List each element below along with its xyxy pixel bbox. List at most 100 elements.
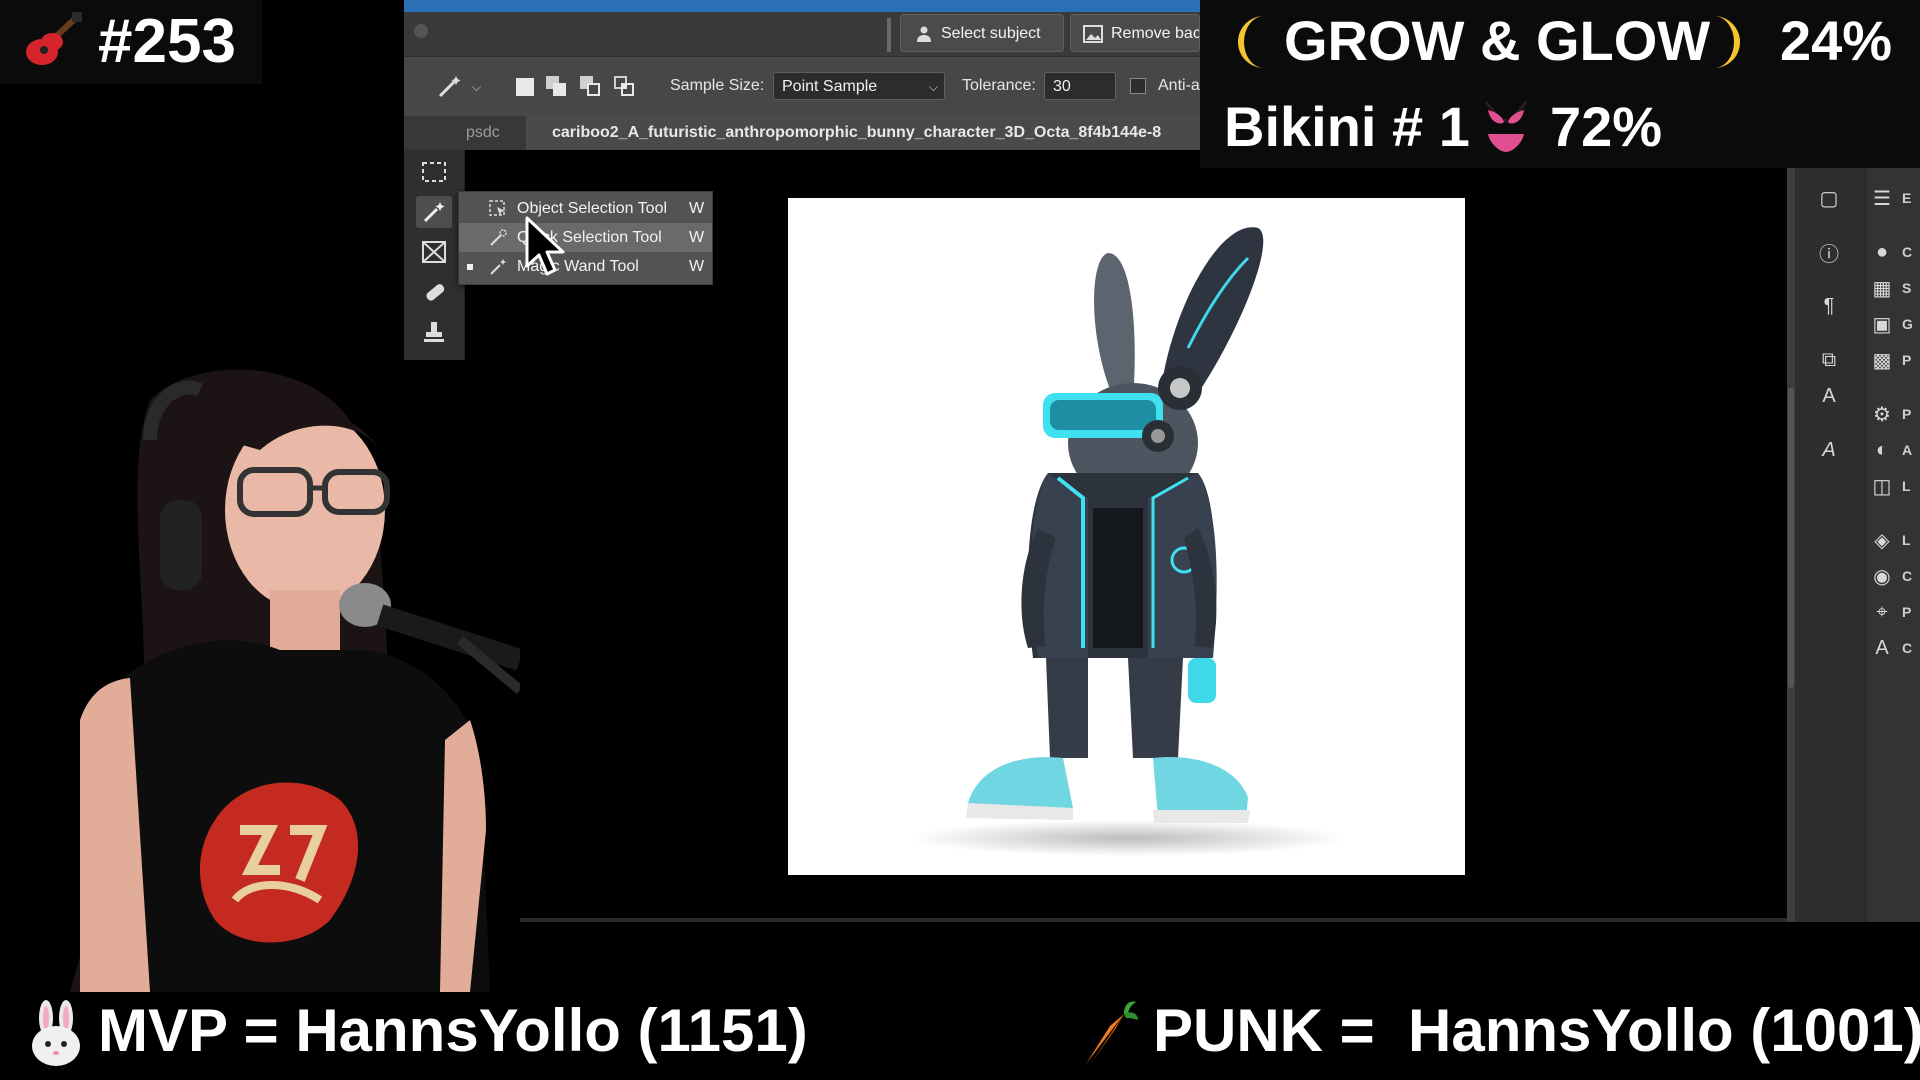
panel-letter: A	[1902, 442, 1913, 458]
stream-number: #253	[98, 7, 236, 76]
menu-item-shortcut: W	[689, 229, 705, 246]
document-canvas[interactable]	[788, 198, 1465, 875]
magic-wand-icon[interactable]	[436, 74, 464, 100]
selection-tool-flyout: Object Selection Tool W Quick Selection …	[458, 191, 713, 285]
glyphs-icon[interactable]: A	[1815, 436, 1843, 464]
guitar-icon	[26, 12, 82, 65]
grow-glow-label: GROW & GLOW	[1284, 9, 1711, 72]
frame-tool[interactable]	[416, 236, 452, 268]
person-icon	[917, 26, 931, 42]
panel-letter: P	[1902, 604, 1912, 620]
anti-alias-label: Anti-a	[1158, 77, 1200, 94]
rabbit-icon	[32, 1000, 80, 1066]
panel-letter: L	[1902, 532, 1911, 548]
streamer-image	[70, 369, 524, 993]
carrot-icon	[1086, 1001, 1138, 1064]
panel-letter: L	[1902, 478, 1911, 494]
frame-icon	[422, 241, 446, 263]
bandage-icon	[426, 284, 445, 301]
crescent-moon-icon	[1238, 16, 1264, 68]
anti-alias-checkbox[interactable]	[1130, 78, 1146, 94]
magic-wand-icon	[490, 259, 506, 275]
bikini-label: Bikini # 1	[1224, 95, 1470, 158]
image-icon	[1083, 25, 1103, 43]
tolerance-input[interactable]: 30	[1044, 72, 1116, 100]
healing-brush-tool[interactable]	[416, 276, 452, 308]
adjustments-icon[interactable]: ⚙	[1868, 400, 1896, 428]
panel-letter: E	[1902, 190, 1912, 206]
tab-active-document[interactable]: cariboo2_A_futuristic_anthropomorphic_bu…	[526, 116, 1200, 150]
sample-size-label: Sample Size:	[670, 77, 765, 94]
sample-size-value: Point Sample	[782, 78, 878, 95]
subtract-from-selection-icon[interactable]	[580, 76, 602, 98]
bunny-character-image	[908, 227, 1348, 856]
clone-stamp-tool[interactable]	[416, 316, 452, 348]
active-tool-indicator	[467, 264, 473, 270]
chevron-down-icon[interactable]: ⌵	[472, 80, 481, 95]
panel-letter: P	[1902, 352, 1912, 368]
sample-size-select[interactable]: Point Sample ⌵	[773, 72, 945, 100]
add-to-selection-icon[interactable]	[546, 76, 568, 98]
mouse-cursor-icon	[525, 216, 565, 276]
magic-wand-tool[interactable]	[416, 196, 452, 228]
patterns-icon[interactable]: ▩	[1868, 346, 1896, 374]
punk-text: PUNK = HannsYollo (1001)	[1153, 997, 1920, 1064]
remove-background-label: Remove bac	[1111, 25, 1200, 42]
tolerance-label: Tolerance:	[962, 77, 1036, 94]
select-subject-label: Select subject	[941, 25, 1041, 42]
divider	[887, 18, 891, 52]
panel-letter: S	[1902, 280, 1912, 296]
color-icon[interactable]: ●	[1868, 238, 1896, 266]
bottom-overlay-bar: MVP = HannsYollo (1151) PUNK = HannsYoll…	[0, 992, 1920, 1080]
stream-number-badge: #253	[0, 0, 262, 84]
intersect-selection-icon[interactable]	[614, 76, 636, 98]
adjustment-circle-icon[interactable]: ◐	[1868, 436, 1896, 464]
panel-letter: C	[1902, 640, 1913, 656]
panel-scrollbar[interactable]	[1787, 168, 1795, 922]
object-selection-icon	[489, 200, 505, 216]
panel-letter: G	[1902, 316, 1913, 332]
menu-item-quick-selection-tool[interactable]: Quick Selection Tool W	[459, 223, 712, 252]
paragraph-icon[interactable]: ¶	[1815, 292, 1843, 320]
tab-psdc[interactable]: psdc	[466, 116, 500, 150]
marquee-tool[interactable]	[416, 156, 452, 188]
goals-badge: GROW & GLOW 24% Bikini # 1 72%	[1200, 0, 1920, 168]
panel-collapsed-column: ☰ E ● C ▦ S ▣ G ▩ P ⚙ P ◐ A ◫ L ◈ L ◉ C …	[1865, 168, 1920, 922]
window-dot[interactable]	[414, 24, 428, 38]
remove-background-button[interactable]: Remove bac	[1070, 14, 1200, 52]
bikini-icon	[1484, 101, 1528, 152]
panel-letter: C	[1902, 568, 1913, 584]
swatches-icon[interactable]: ▦	[1868, 274, 1896, 302]
character-style-icon[interactable]: A	[1815, 382, 1843, 410]
gradients-icon[interactable]: ▣	[1868, 310, 1896, 338]
quick-selection-icon	[490, 229, 507, 246]
document-tabs: psdc cariboo2_A_futuristic_anthropomorph…	[404, 116, 1200, 150]
menu-item-object-selection-tool[interactable]: Object Selection Tool W	[459, 194, 712, 223]
grow-glow-percent: 24%	[1780, 9, 1893, 72]
info-icon[interactable]: ⓘ	[1815, 238, 1843, 266]
panel-icons-column: ▢ ⓘ ¶ ⧉ A A	[1795, 168, 1865, 922]
marquee-icon	[422, 162, 446, 182]
mvp-text: MVP = HannsYollo (1151)	[98, 997, 808, 1064]
properties-icon[interactable]: ☰	[1868, 184, 1896, 212]
comment-icon[interactable]: ▢	[1815, 184, 1843, 212]
select-subject-button[interactable]: Select subject	[900, 14, 1064, 52]
libraries-icon[interactable]: ◫	[1868, 472, 1896, 500]
layers-icon[interactable]: ◈	[1868, 526, 1896, 554]
title-bar	[404, 0, 1200, 12]
menu-item-shortcut: W	[689, 200, 705, 217]
panel-letter: C	[1902, 244, 1913, 260]
chevron-down-icon: ⌵	[928, 80, 938, 94]
crescent-moon-icon	[1714, 16, 1740, 68]
menu-item-magic-wand-tool[interactable]: Magic Wand Tool W	[459, 252, 712, 281]
new-selection-icon[interactable]	[514, 76, 536, 98]
paths-icon[interactable]: ⌖	[1868, 598, 1896, 626]
bikini-percent: 72%	[1550, 95, 1663, 158]
clone-source-icon[interactable]: ⧉	[1815, 346, 1843, 374]
panel-letter: P	[1902, 406, 1912, 422]
webcam-feed	[0, 360, 524, 993]
channels-icon[interactable]: ◉	[1868, 562, 1896, 590]
canvas-bottom-border	[465, 918, 1787, 922]
character-icon[interactable]: A	[1868, 634, 1896, 662]
stamp-icon	[424, 322, 444, 342]
